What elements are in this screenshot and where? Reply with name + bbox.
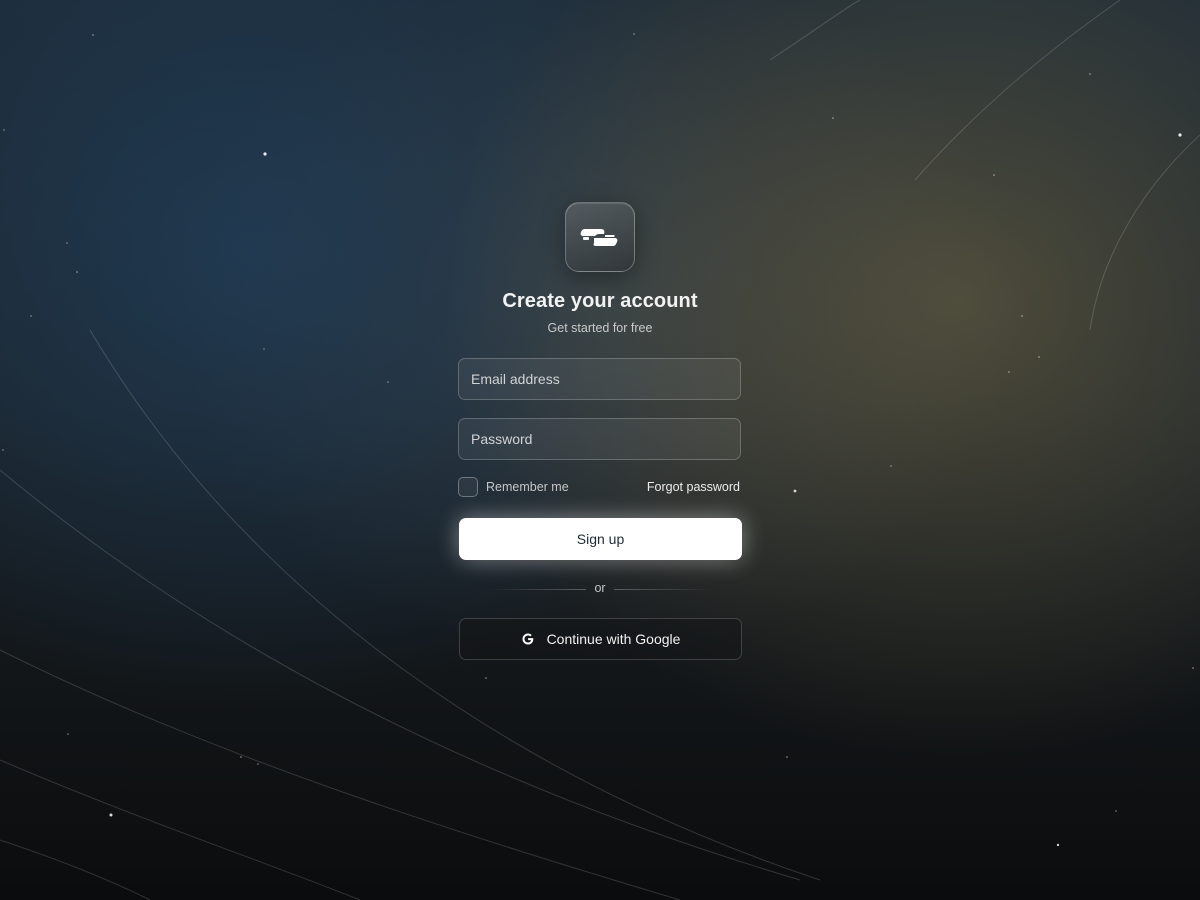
star [109, 813, 113, 817]
star [3, 129, 5, 131]
star [1038, 356, 1040, 358]
orbit-line [0, 839, 151, 900]
star [1178, 133, 1182, 137]
star [2, 449, 4, 451]
orbit-line [1089, 134, 1200, 331]
star [890, 465, 892, 467]
signup-page: Create your account Get started for free… [0, 0, 1200, 900]
divider-line-right [614, 589, 712, 590]
star [1021, 315, 1023, 317]
star [1192, 667, 1194, 669]
star [793, 489, 797, 493]
star [485, 677, 487, 679]
star [387, 381, 389, 383]
remember-me-checkbox[interactable] [458, 477, 478, 497]
email-field[interactable] [458, 358, 741, 400]
star [1056, 843, 1060, 847]
google-icon [522, 633, 533, 645]
continue-with-google-button[interactable]: Continue with Google [459, 618, 742, 660]
orbit-line [0, 649, 681, 900]
star [263, 152, 267, 156]
star [257, 763, 259, 765]
star [240, 756, 242, 758]
star [263, 348, 265, 350]
star [67, 733, 69, 735]
google-button-label: Continue with Google [546, 631, 681, 647]
orbit-line [914, 0, 1121, 181]
star [633, 33, 635, 35]
star [66, 242, 68, 244]
star [92, 34, 94, 36]
star [993, 174, 995, 176]
star [30, 315, 32, 317]
divider-line-left [488, 589, 586, 590]
page-title: Create your account [502, 290, 698, 312]
star [832, 117, 834, 119]
divider-text: or [594, 581, 606, 595]
sign-up-button[interactable]: Sign up [459, 518, 742, 560]
remember-me-label: Remember me [486, 480, 569, 494]
app-logo [565, 202, 635, 272]
star [1115, 810, 1117, 812]
orbit-line [0, 759, 361, 900]
star [76, 271, 78, 273]
star [786, 756, 788, 758]
page-subtitle: Get started for free [547, 321, 653, 335]
orbit-line [769, 0, 861, 61]
forgot-password-link[interactable]: Forgot password [647, 480, 740, 494]
brand-logo-icon [580, 229, 618, 246]
star [1089, 73, 1091, 75]
orbit-line [89, 329, 821, 881]
password-field[interactable] [458, 418, 741, 460]
star [1008, 371, 1010, 373]
